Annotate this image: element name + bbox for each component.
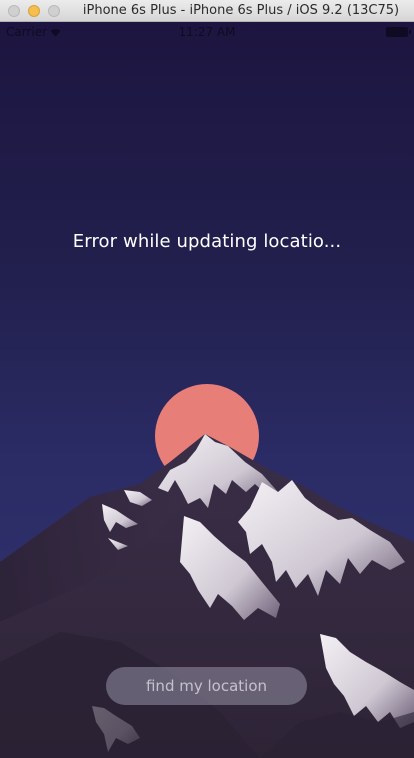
window-titlebar: iPhone 6s Plus - iPhone 6s Plus / iOS 9.… — [0, 0, 414, 22]
window-title: iPhone 6s Plus - iPhone 6s Plus / iOS 9.… — [82, 3, 400, 18]
simulator-window: iPhone 6s Plus - iPhone 6s Plus / iOS 9.… — [0, 0, 414, 758]
location-error-message: Error while updating locatio... — [72, 231, 342, 252]
status-bar: Carrier 11:27 AM — [0, 22, 414, 42]
find-my-location-button[interactable]: find my location — [106, 667, 307, 705]
battery-icon — [386, 27, 411, 37]
minimize-window-button[interactable] — [28, 5, 40, 17]
status-time: 11:27 AM — [178, 25, 236, 39]
device-screen: Carrier 11:27 AM Error while updating lo… — [0, 22, 414, 758]
mountain-artwork — [0, 384, 414, 758]
close-window-button[interactable] — [8, 5, 20, 17]
zoom-window-button[interactable] — [48, 5, 60, 17]
